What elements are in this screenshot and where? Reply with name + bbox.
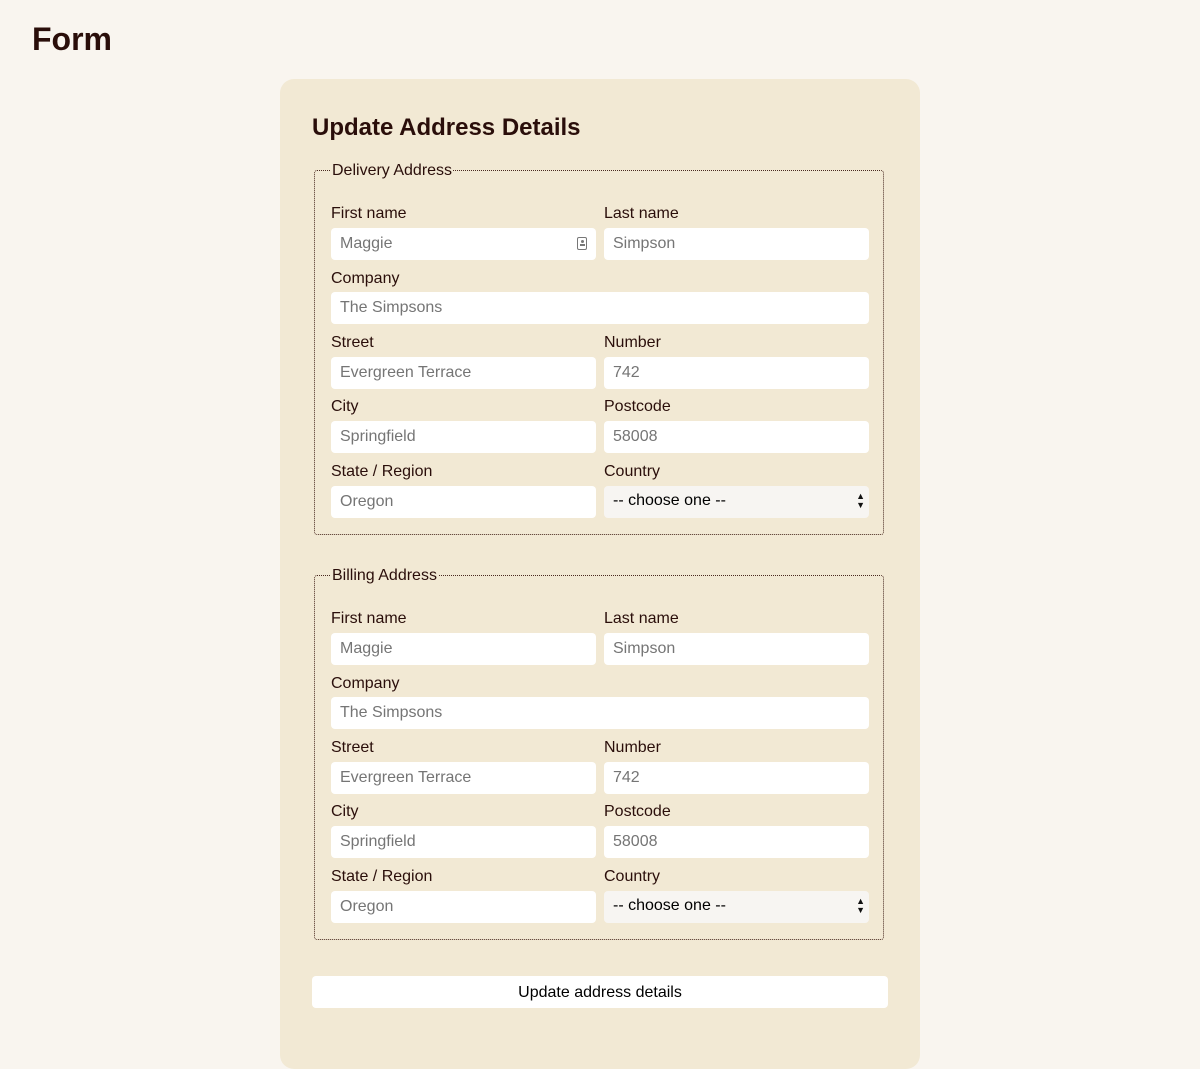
billing-city-label: City	[331, 803, 359, 820]
billing-country-select[interactable]: -- choose one -- ▲ ▼	[604, 891, 869, 923]
delivery-street-input[interactable]: Evergreen Terrace	[331, 357, 596, 389]
delivery-address-fieldset: Delivery Address First name Maggie Last …	[314, 161, 884, 535]
delivery-last-name-input[interactable]: Simpson	[604, 228, 869, 260]
billing-state-input[interactable]: Oregon	[331, 891, 596, 923]
delivery-company-label: Company	[331, 270, 400, 287]
updown-arrows-icon: ▲ ▼	[856, 491, 865, 510]
delivery-state-label: State / Region	[331, 463, 433, 480]
billing-number-label: Number	[604, 739, 661, 756]
billing-city-input[interactable]: Springfield	[331, 826, 596, 858]
delivery-city-input[interactable]: Springfield	[331, 421, 596, 453]
billing-company-label: Company	[331, 675, 400, 692]
delivery-state-input[interactable]: Oregon	[331, 486, 596, 518]
delivery-country-label: Country	[604, 463, 661, 480]
billing-first-name-label: First name	[331, 610, 407, 627]
delivery-country-selected: -- choose one --	[613, 492, 726, 509]
billing-last-name-input[interactable]: Simpson	[604, 633, 869, 665]
update-address-button[interactable]: Update address details	[312, 976, 888, 1008]
address-form-card: Update Address Details Delivery Address …	[280, 79, 920, 1069]
contact-card-icon[interactable]	[577, 237, 587, 250]
delivery-city-label: City	[331, 398, 359, 415]
billing-country-label: Country	[604, 868, 661, 885]
delivery-address-legend: Delivery Address	[331, 161, 454, 181]
billing-street-label: Street	[331, 739, 374, 756]
billing-state-label: State / Region	[331, 868, 433, 885]
page-title: Form	[32, 21, 112, 57]
delivery-number-input[interactable]: 742	[604, 357, 869, 389]
billing-address-fieldset: Billing Address First name Maggie Last n…	[314, 566, 884, 940]
billing-address-legend: Billing Address	[331, 566, 438, 586]
billing-street-input[interactable]: Evergreen Terrace	[331, 762, 596, 794]
delivery-last-name-label: Last name	[604, 205, 679, 222]
delivery-company-input[interactable]: The Simpsons	[331, 292, 869, 324]
delivery-street-label: Street	[331, 334, 374, 351]
billing-postcode-label: Postcode	[604, 803, 671, 820]
billing-postcode-input[interactable]: 58008	[604, 826, 869, 858]
billing-country-selected: -- choose one --	[613, 897, 726, 914]
delivery-postcode-label: Postcode	[604, 398, 671, 415]
billing-company-input[interactable]: The Simpsons	[331, 697, 869, 729]
billing-last-name-label: Last name	[604, 610, 679, 627]
billing-first-name-input[interactable]: Maggie	[331, 633, 596, 665]
delivery-country-select[interactable]: -- choose one -- ▲ ▼	[604, 486, 869, 518]
delivery-postcode-input[interactable]: 58008	[604, 421, 869, 453]
billing-number-input[interactable]: 742	[604, 762, 869, 794]
delivery-number-label: Number	[604, 334, 661, 351]
updown-arrows-icon: ▲ ▼	[856, 896, 865, 915]
form-title: Update Address Details	[312, 114, 581, 141]
delivery-first-name-label: First name	[331, 205, 407, 222]
delivery-first-name-input[interactable]: Maggie	[331, 228, 596, 260]
